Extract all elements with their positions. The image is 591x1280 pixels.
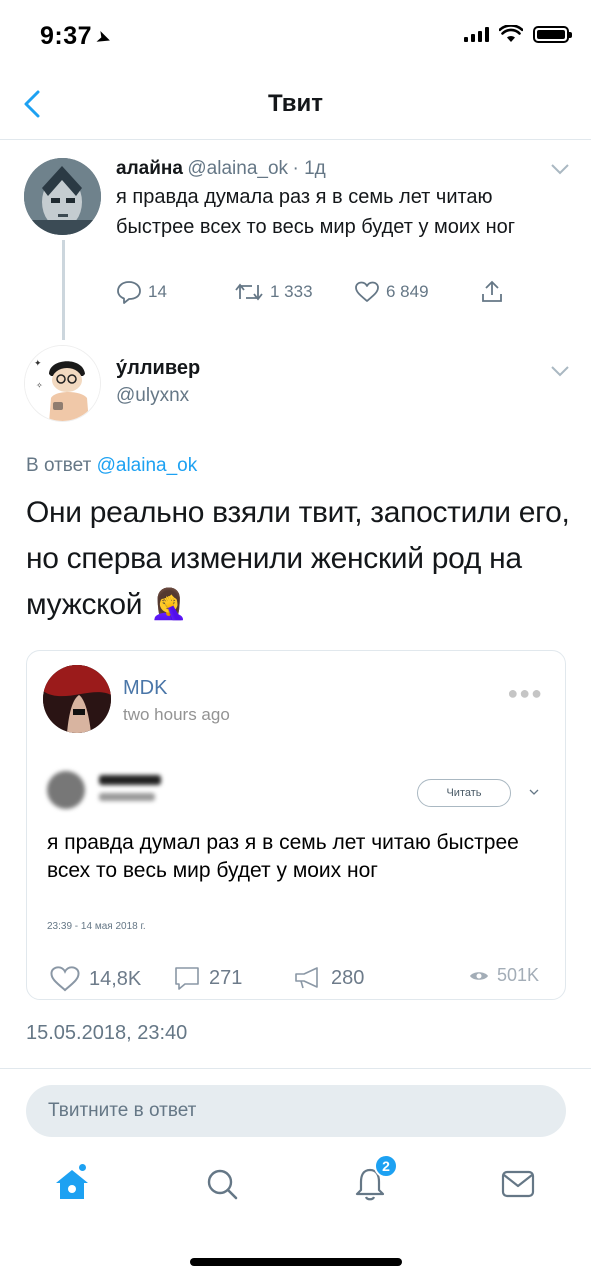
location-arrow-icon: ➤: [93, 25, 115, 51]
svg-text:✦: ✦: [34, 358, 42, 368]
share-action[interactable]: [480, 280, 504, 304]
status-bar: 9:37➤: [0, 0, 591, 70]
megaphone-icon: [295, 967, 318, 989]
avatar-ulliver[interactable]: ✦ ✧: [24, 345, 101, 422]
tweet-actions: 14 1 333 6 849: [116, 280, 504, 304]
wifi-icon: [499, 25, 523, 42]
home-icon: [56, 1170, 88, 1199]
eye-icon: [470, 971, 488, 980]
author-handle[interactable]: @alaina_ok: [187, 158, 288, 179]
tab-notifications[interactable]: 2: [348, 1154, 398, 1206]
reply-author-name[interactable]: у́лливер: [116, 357, 200, 380]
retweet-action[interactable]: 1 333: [234, 281, 354, 303]
retweet-count: 1 333: [270, 282, 313, 301]
author-name[interactable]: алайна: [116, 158, 183, 179]
tab-home[interactable]: [50, 1162, 94, 1206]
mdk-likes: 14,8K: [49, 965, 141, 993]
reply-input[interactable]: Твитните в ответ: [26, 1085, 566, 1137]
like-icon: [355, 281, 379, 302]
chevron-down-icon[interactable]: [550, 162, 570, 176]
tweet-time: · 1д: [292, 158, 326, 179]
reply-icon: [117, 281, 141, 304]
comment-icon: [175, 967, 199, 990]
like-icon: [50, 966, 80, 992]
search-icon: [207, 1169, 238, 1200]
thread-connector: [62, 240, 65, 340]
more-dots-icon: ●●●: [507, 683, 543, 703]
share-icon: [482, 280, 502, 302]
reply-author-handle[interactable]: @ulyxnx: [116, 385, 189, 407]
reply-to-prefix: В ответ: [26, 455, 92, 476]
tab-search[interactable]: [200, 1162, 244, 1206]
blurred-name: [99, 775, 161, 785]
tweet-text: я правда думала раз я в семь лет читаю б…: [116, 186, 516, 238]
embedded-image-card[interactable]: MDK two hours ago ●●● Читать я правда ду…: [26, 650, 566, 1000]
reply-to-mention[interactable]: @alaina_ok: [97, 455, 198, 476]
like-action[interactable]: 6 849: [354, 281, 480, 303]
quoted-tweet-text: я правда думал раз я в семь лет читаю бы…: [47, 831, 519, 882]
notification-badge: 2: [374, 1154, 398, 1178]
status-time: 9:37: [40, 22, 93, 50]
quoted-tweet-date: 23:39 - 14 мая 2018 г.: [47, 921, 146, 932]
reply-count: 14: [148, 282, 167, 301]
mdk-views: 501K: [469, 965, 539, 986]
tab-bar: 2: [0, 1150, 591, 1230]
blurred-handle: [99, 793, 155, 801]
reply-action[interactable]: 14: [116, 280, 234, 304]
tweet-header: алайна @alaina_ok · 1д: [116, 158, 326, 180]
mdk-stats: 14,8K 271 280 501K: [49, 965, 549, 995]
nav-bar: Твит: [0, 70, 591, 140]
cellular-signal-icon: [464, 26, 489, 42]
battery-icon: [533, 25, 572, 43]
follow-button: Читать: [417, 779, 511, 807]
chevron-down-icon[interactable]: [550, 364, 570, 378]
home-indicator: [190, 1258, 402, 1266]
retweet-icon: [235, 283, 263, 301]
mdk-time: two hours ago: [123, 705, 230, 724]
reply-tweet-text: Они реально взяли твит, запостили его, н…: [26, 496, 570, 621]
chevron-down-icon: [529, 789, 539, 795]
mdk-reposts: 280: [293, 965, 364, 991]
new-content-dot: [79, 1164, 86, 1171]
like-count: 6 849: [386, 282, 429, 301]
mdk-author: MDK: [123, 677, 168, 699]
blurred-avatar: [47, 771, 85, 809]
mdk-avatar: [43, 665, 111, 733]
mdk-comments: 271: [173, 965, 242, 991]
tab-messages[interactable]: [496, 1162, 540, 1206]
divider: [0, 1068, 591, 1069]
reply-to-line: В ответ @alaina_ok: [26, 455, 197, 477]
page-title: Твит: [267, 90, 323, 117]
tweet-timestamp: 15.05.2018, 23:40: [26, 1022, 188, 1044]
svg-text:✧: ✧: [36, 381, 43, 390]
messages-icon: [501, 1170, 535, 1198]
avatar-alaina[interactable]: [24, 158, 101, 235]
